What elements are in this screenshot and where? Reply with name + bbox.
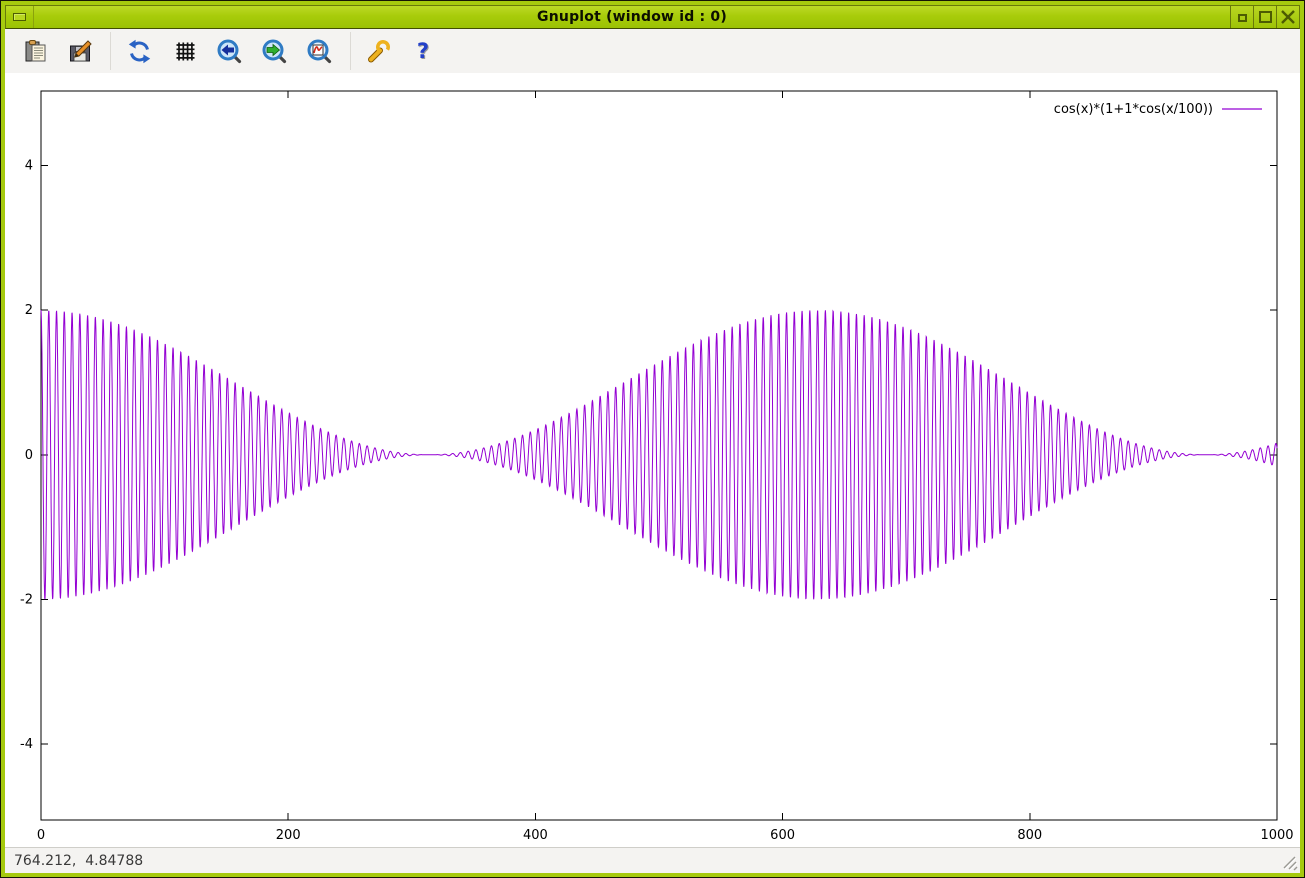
svg-text:1000: 1000 xyxy=(1260,828,1293,843)
svg-text:-4: -4 xyxy=(20,737,33,752)
title-bar[interactable]: Gnuplot (window id : 0) xyxy=(5,5,1300,29)
replot-icon xyxy=(126,38,153,65)
help-button[interactable]: ? ? xyxy=(408,36,438,66)
zoom-reset-icon xyxy=(306,38,333,65)
plot-area: 0 200 400 600 800 1000 -4 -2 0 2 4 cos(x)*(1+1*cos(… xyxy=(5,73,1300,847)
svg-text:-2: -2 xyxy=(20,592,33,607)
save-button[interactable] xyxy=(65,36,95,66)
toolbar-separator xyxy=(110,32,111,70)
save-icon xyxy=(67,38,94,65)
window-menu-icon xyxy=(13,13,26,21)
zoom-previous-button[interactable] xyxy=(214,36,244,66)
plot-canvas[interactable]: 0 200 400 600 800 1000 -4 -2 0 2 4 cos(x)*(1+1*cos(… xyxy=(5,73,1300,847)
close-button[interactable] xyxy=(1276,6,1299,28)
toolbar: ? ? xyxy=(5,29,1300,73)
zoom-reset-button[interactable] xyxy=(304,36,334,66)
svg-text:0: 0 xyxy=(25,448,33,463)
maximize-icon xyxy=(1259,11,1272,23)
toggle-grid-button[interactable] xyxy=(170,36,200,66)
svg-text:200: 200 xyxy=(276,828,301,843)
svg-text:2: 2 xyxy=(25,303,33,318)
minimize-icon xyxy=(1238,14,1247,22)
zoom-next-icon xyxy=(261,38,288,65)
svg-text:4: 4 xyxy=(25,158,33,173)
cursor-coordinates: 764.212, 4.84788 xyxy=(14,853,143,869)
resize-grip[interactable] xyxy=(1281,854,1298,871)
configure-button[interactable] xyxy=(364,36,394,66)
svg-text:800: 800 xyxy=(1017,828,1042,843)
window-controls xyxy=(1230,6,1299,28)
window-title: Gnuplot (window id : 0) xyxy=(34,9,1230,25)
svg-text:0: 0 xyxy=(37,828,45,843)
svg-text:600: 600 xyxy=(770,828,795,843)
copy-to-clipboard-button[interactable] xyxy=(21,36,51,66)
toggle-grid-icon xyxy=(172,38,199,65)
copy-to-clipboard-icon xyxy=(23,38,50,65)
replot-button[interactable] xyxy=(124,36,154,66)
window-menu-button[interactable] xyxy=(6,6,34,28)
help-icon: ? ? xyxy=(410,38,437,65)
zoom-previous-icon xyxy=(216,38,243,65)
svg-text:cos(x)*(1+1*cos(x/100)): cos(x)*(1+1*cos(x/100)) xyxy=(1054,102,1213,117)
minimize-button[interactable] xyxy=(1230,6,1253,28)
close-icon xyxy=(1280,9,1296,25)
toolbar-separator xyxy=(350,32,351,70)
configure-icon xyxy=(366,38,393,65)
svg-text:?: ? xyxy=(416,39,428,63)
svg-text:400: 400 xyxy=(523,828,548,843)
maximize-button[interactable] xyxy=(1253,6,1276,28)
gnuplot-window: Gnuplot (window id : 0) xyxy=(0,0,1305,878)
status-bar: 764.212, 4.84788 xyxy=(5,847,1300,873)
zoom-next-button[interactable] xyxy=(259,36,289,66)
